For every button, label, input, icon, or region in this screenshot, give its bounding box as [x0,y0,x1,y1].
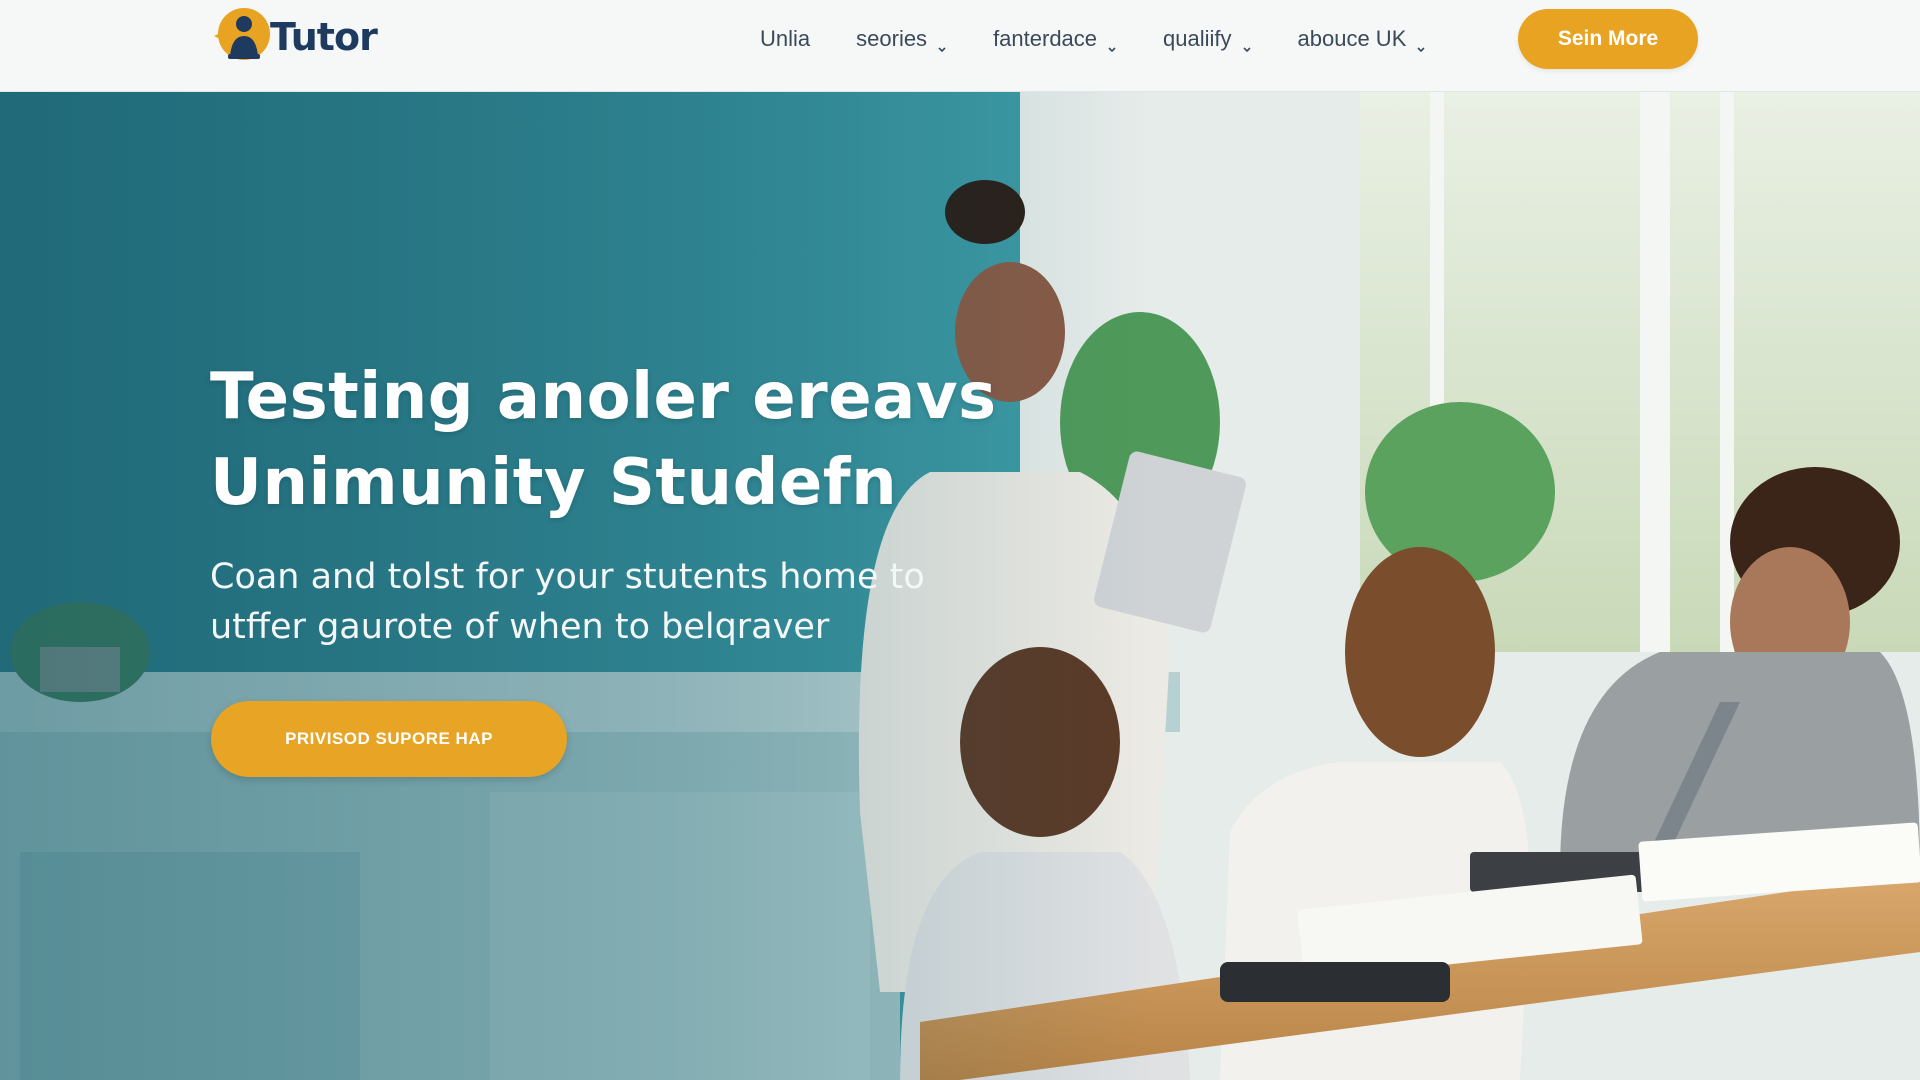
hero-section: Testing anoler ereavs Unimunity Studefn … [0,92,1920,1080]
chevron-down-icon [1416,34,1426,53]
nav-item-label: qualiify [1163,26,1232,51]
site-header: Tutor Unlia seories fanterdace qualiify … [0,0,1920,92]
hero-title-line: Testing anoler ereavs [210,360,997,434]
nav-item-label: fanterdace [993,26,1098,51]
hero-subtitle: Coan and tolst for your stutents home to… [210,552,970,652]
nav-item-label: seories [856,26,928,51]
nav-item-abouce-uk[interactable]: abouce UK [1297,26,1427,53]
chevron-down-icon [1107,34,1117,53]
nav-item-unlia[interactable]: Unlia [760,26,810,52]
hero-subtitle-line: Coan and tolst for your stutents home to [210,557,925,597]
nav-item-fanterdace[interactable]: fanterdace [993,26,1117,53]
brand-name: Tutor [270,15,378,59]
hero-subtitle-line: utffer gaurote of when to belqraver [210,607,830,647]
hero-title-line: Unimunity Studefn [210,446,898,520]
see-more-button[interactable]: Sein More [1518,9,1698,69]
nav-item-label: Unlia [760,26,811,51]
hero-cta-button[interactable]: PRIVISOD SUPORE HAP [211,701,567,777]
tutor-logo-icon [208,4,276,64]
hero-title: Testing anoler ereavs Unimunity Studefn [210,354,1110,526]
nav-item-seories[interactable]: seories [856,26,947,53]
main-nav: Unlia seories fanterdace qualiify abouce… [760,0,1472,78]
chevron-down-icon [1242,34,1252,53]
nav-item-label: abouce UK [1297,26,1407,51]
nav-item-qualiify[interactable]: qualiify [1163,26,1252,53]
brand-logo[interactable]: Tutor [208,4,378,64]
chevron-down-icon [937,34,947,53]
